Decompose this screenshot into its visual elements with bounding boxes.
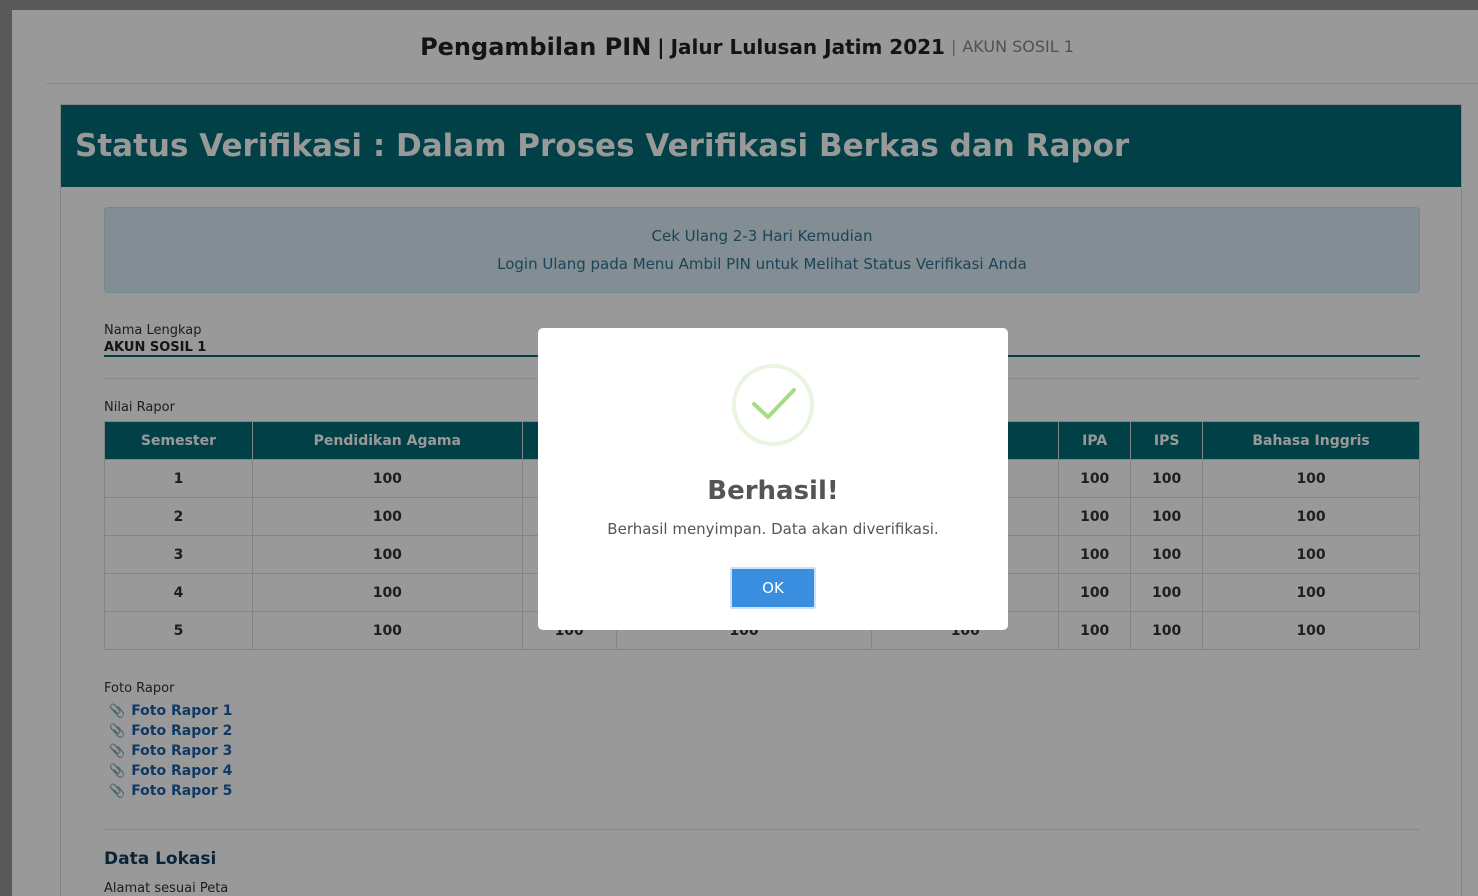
dialog-title: Berhasil! bbox=[707, 476, 839, 506]
ok-button[interactable]: OK bbox=[730, 567, 816, 609]
success-check-icon bbox=[732, 364, 814, 446]
success-dialog: Berhasil! Berhasil menyimpan. Data akan … bbox=[538, 328, 1008, 630]
dialog-message: Berhasil menyimpan. Data akan diverifika… bbox=[607, 520, 939, 538]
